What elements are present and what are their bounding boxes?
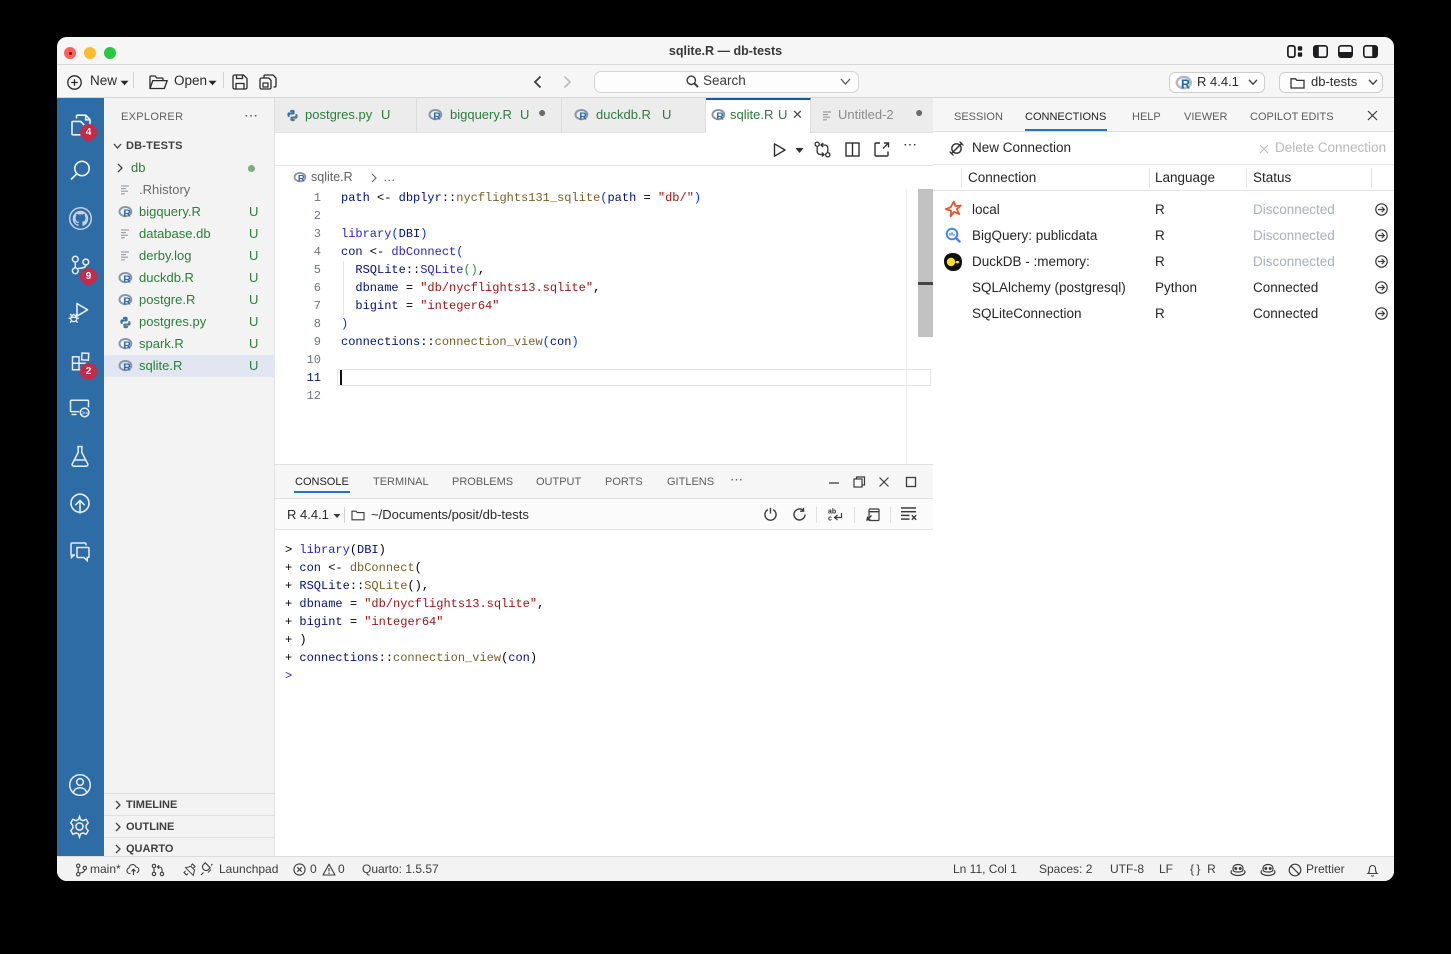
svg-text:R: R — [579, 111, 587, 123]
svg-text:R: R — [298, 174, 305, 185]
svg-text:><: >< — [81, 410, 89, 417]
svg-text:R: R — [123, 208, 131, 220]
svg-text:R: R — [716, 111, 724, 123]
svg-text:R: R — [123, 362, 131, 374]
svg-text:c: c — [828, 516, 832, 523]
svg-text:R: R — [123, 296, 131, 308]
svg-text:R: R — [1181, 78, 1190, 92]
svg-text:ab: ab — [828, 509, 836, 516]
svg-text:R: R — [123, 340, 131, 352]
svg-text:R: R — [433, 111, 441, 123]
svg-text:R: R — [123, 274, 131, 286]
